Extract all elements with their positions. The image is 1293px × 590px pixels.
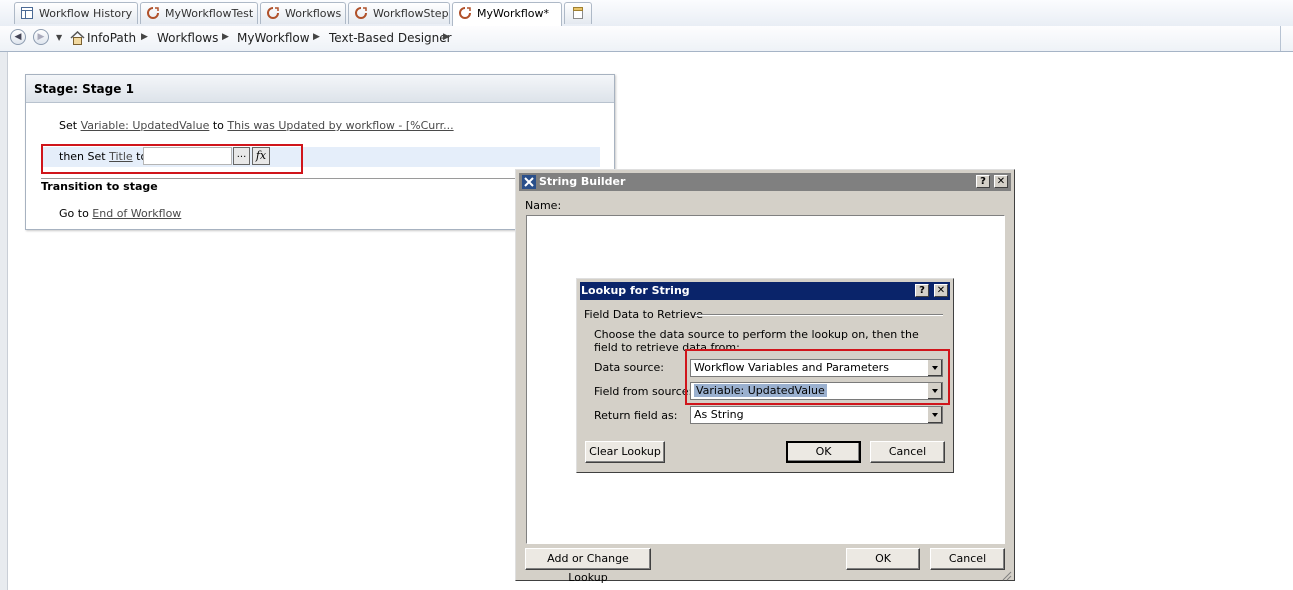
tab-workflowstep[interactable]: WorkflowStep bbox=[348, 2, 450, 24]
close-icon[interactable]: ✕ bbox=[994, 175, 1008, 188]
action-mid: to bbox=[212, 119, 224, 132]
string-builder-title: String Builder bbox=[539, 175, 626, 188]
lookup-dialog: Lookup for String ? ✕ Field Data to Retr… bbox=[576, 278, 954, 473]
return-field-value: As String bbox=[694, 408, 744, 421]
group-divider bbox=[695, 314, 943, 316]
toolbar-divider bbox=[1280, 26, 1281, 51]
new-tab-button[interactable] bbox=[564, 2, 592, 24]
tab-myworkflow[interactable]: MyWorkflow* bbox=[452, 2, 562, 27]
name-label: Name: bbox=[525, 199, 562, 212]
ok-button[interactable]: OK bbox=[786, 441, 861, 463]
action-prefix: Set bbox=[59, 119, 78, 132]
workflow-icon bbox=[147, 7, 159, 19]
document-tab-strip: Workflow History MyWorkflowTest Workflow… bbox=[0, 0, 1293, 27]
ok-button[interactable]: OK bbox=[846, 548, 920, 570]
resize-grip-icon[interactable] bbox=[1000, 569, 1012, 581]
data-source-label: Data source: bbox=[594, 361, 664, 374]
breadcrumb-myworkflow[interactable]: MyWorkflow bbox=[237, 31, 310, 45]
chevron-down-icon[interactable] bbox=[927, 407, 942, 423]
cancel-button[interactable]: Cancel bbox=[870, 441, 945, 463]
new-page-icon bbox=[573, 7, 583, 19]
tab-label: WorkflowStep bbox=[373, 7, 449, 20]
tab-myworkflowtest[interactable]: MyWorkflowTest bbox=[140, 2, 258, 24]
forward-arrow-icon: ▶ bbox=[37, 32, 45, 42]
goto-action: Go to End of Workflow bbox=[59, 207, 181, 220]
breadcrumb-separator-icon[interactable]: ▶ bbox=[141, 32, 148, 42]
breadcrumb-separator-icon[interactable]: ▶ bbox=[222, 32, 229, 42]
breadcrumb-bar: ◀ ▶ ▼ InfoPath ▶ Workflows ▶ MyWorkflow … bbox=[0, 26, 1293, 52]
clear-lookup-button[interactable]: Clear Lookup bbox=[585, 441, 665, 463]
string-builder-titlebar[interactable]: String Builder ? ✕ bbox=[519, 173, 1011, 191]
breadcrumb-separator-icon[interactable]: ▶ bbox=[313, 32, 320, 42]
return-field-select[interactable]: As String bbox=[690, 406, 943, 424]
help-icon[interactable]: ? bbox=[915, 284, 929, 297]
breadcrumb-text-based-designer[interactable]: Text-Based Designer bbox=[329, 31, 452, 45]
cancel-button[interactable]: Cancel bbox=[930, 548, 1005, 570]
close-icon[interactable]: ✕ bbox=[934, 284, 948, 297]
set-variable-action: Set Variable: UpdatedValue to This was U… bbox=[59, 119, 454, 132]
action-prefix: Go to bbox=[59, 207, 89, 220]
workflow-icon bbox=[355, 7, 367, 19]
goto-target-link[interactable]: End of Workflow bbox=[92, 207, 181, 220]
history-dropdown-icon[interactable]: ▼ bbox=[56, 33, 62, 42]
breadcrumb-infopath[interactable]: InfoPath bbox=[87, 31, 136, 45]
highlight-box bbox=[685, 349, 950, 405]
left-gutter bbox=[0, 52, 8, 590]
workflow-icon bbox=[267, 7, 279, 19]
tab-workflows[interactable]: Workflows bbox=[260, 2, 346, 24]
return-field-label: Return field as: bbox=[594, 409, 678, 422]
group-label: Field Data to Retrieve bbox=[584, 308, 704, 321]
field-from-source-label: Field from source: bbox=[594, 385, 693, 398]
tab-workflow-history[interactable]: Workflow History bbox=[14, 2, 138, 24]
help-icon[interactable]: ? bbox=[976, 175, 990, 188]
back-arrow-icon: ◀ bbox=[14, 32, 22, 42]
back-button[interactable]: ◀ bbox=[10, 29, 26, 45]
stage-title[interactable]: Stage: Stage 1 bbox=[26, 75, 614, 103]
value-link[interactable]: This was Updated by workflow - [%Curr... bbox=[227, 119, 453, 132]
breadcrumb-workflows[interactable]: Workflows bbox=[157, 31, 218, 45]
forward-button[interactable]: ▶ bbox=[33, 29, 49, 45]
lookup-titlebar[interactable]: Lookup for String ? ✕ bbox=[580, 282, 950, 300]
transition-heading: Transition to stage bbox=[41, 180, 158, 193]
tab-label: Workflows bbox=[285, 7, 342, 20]
tab-label: Workflow History bbox=[39, 7, 133, 20]
tab-label: MyWorkflow* bbox=[477, 7, 550, 20]
home-icon[interactable] bbox=[70, 31, 85, 45]
designer-app-icon bbox=[522, 175, 536, 189]
breadcrumb-separator-icon[interactable]: ▶ bbox=[443, 32, 450, 42]
highlight-box bbox=[41, 144, 303, 174]
list-icon bbox=[21, 7, 33, 19]
add-or-change-lookup-button[interactable]: Add or Change Lookup bbox=[525, 548, 651, 584]
workflow-icon bbox=[459, 7, 471, 19]
variable-link[interactable]: Variable: UpdatedValue bbox=[81, 119, 210, 132]
lookup-title: Lookup for String bbox=[581, 284, 690, 297]
tab-label: MyWorkflowTest bbox=[165, 7, 254, 20]
